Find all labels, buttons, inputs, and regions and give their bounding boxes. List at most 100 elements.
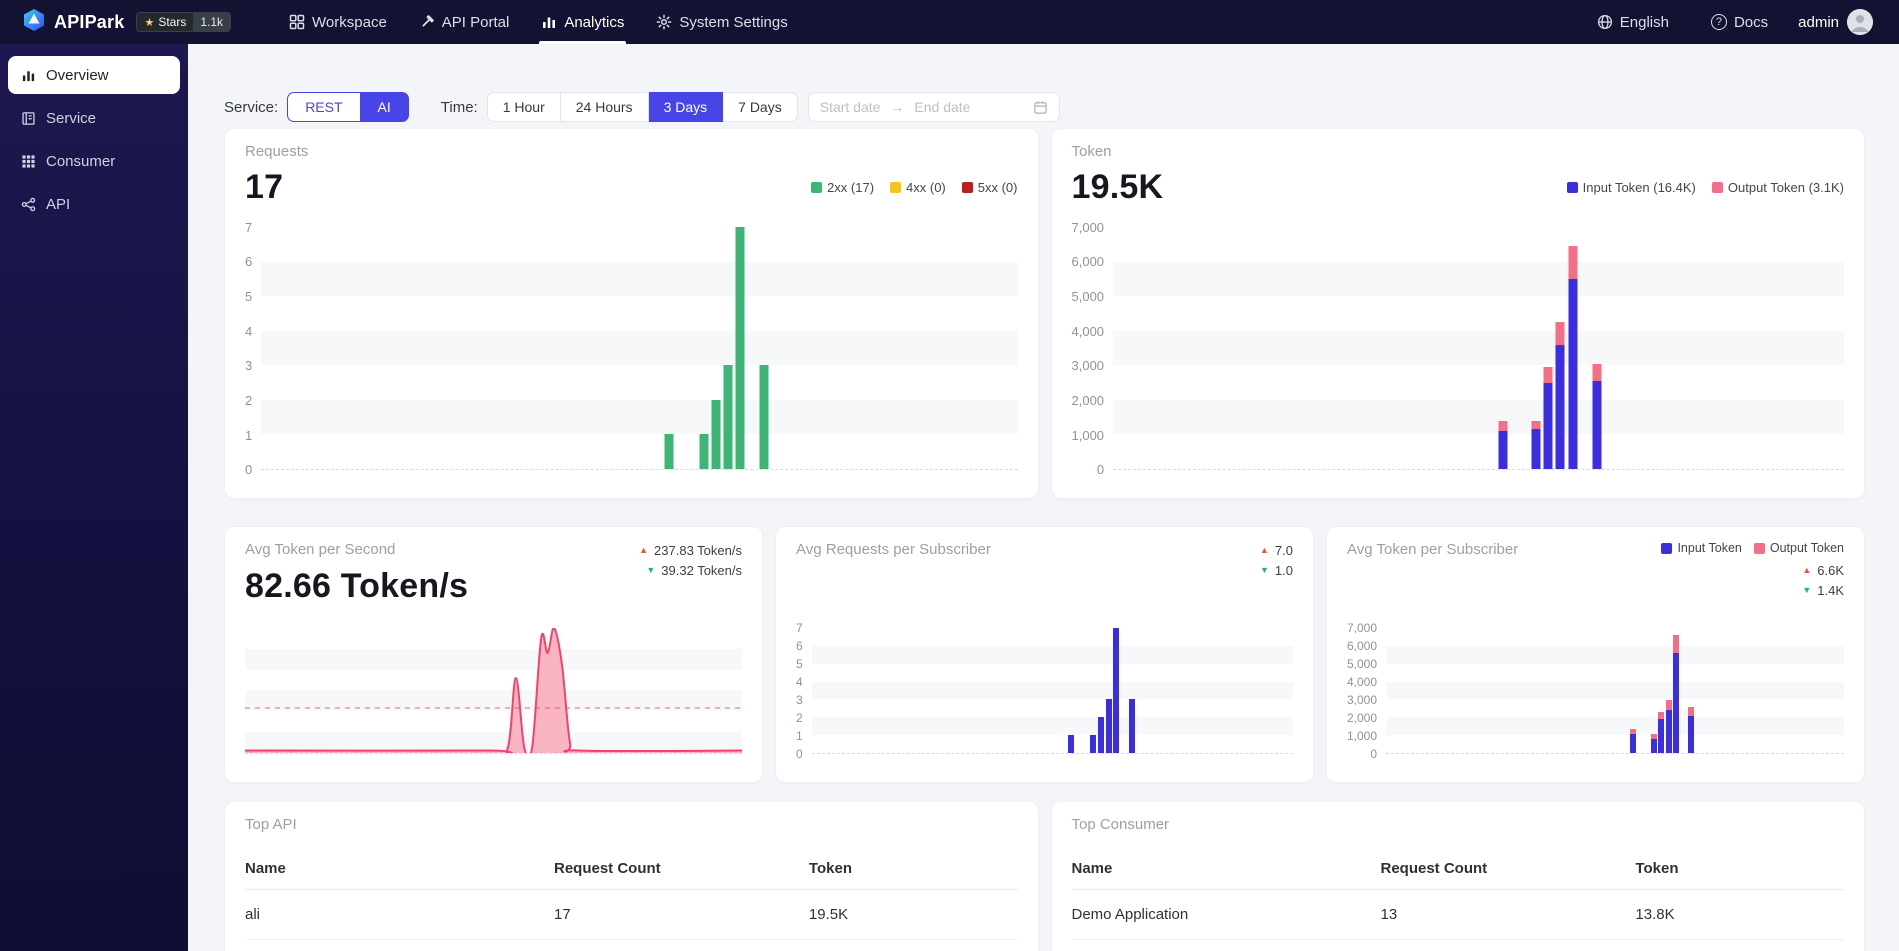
service-option-rest[interactable]: REST [287, 92, 361, 122]
github-stars-badge[interactable]: ★ Stars 1.1k [136, 12, 232, 32]
requests-total-value: 17 [245, 168, 284, 206]
avg-token-per-second-card: Avg Token per Second 82.66 Token/s ▲ 237… [224, 526, 763, 783]
card-title-top-api: Top API [245, 816, 297, 833]
cell-request-count: 13 [1380, 889, 1636, 940]
avg-token-per-subscriber-stats: ▲ 6.6K ▼ 1.4K [1802, 563, 1844, 598]
series-layer [261, 227, 1017, 469]
bar-segment-input [1672, 653, 1679, 753]
service-option-ai[interactable]: AI [360, 92, 409, 122]
time-option-24-hours[interactable]: 24 Hours [560, 92, 649, 122]
bar-segment-input [1543, 382, 1553, 469]
chart-bar [1090, 735, 1097, 753]
sidebar-item-service[interactable]: Service [8, 99, 180, 137]
legend-item-4xx[interactable]: 4xx (0) [890, 180, 946, 195]
legend-item-output-token[interactable]: Output Token [1753, 541, 1844, 555]
chart-stacked-bar [1498, 420, 1508, 469]
cell-token: 19.5K [808, 889, 1018, 940]
bar-segment-output [1672, 635, 1679, 654]
bar-segment-input [1592, 380, 1602, 469]
table-header-row: Name Request Count Token [245, 847, 1018, 890]
series-layer [245, 628, 742, 753]
legend-swatch-output-token [1753, 542, 1765, 554]
cell-token: 13.8K [1635, 889, 1844, 940]
arrow-down-icon: ▼ [646, 565, 656, 575]
bar-segment-output [1687, 707, 1694, 716]
legend-item-input-token[interactable]: Input Token [1661, 541, 1742, 555]
table-header-row: Name Request Count Token [1071, 847, 1844, 890]
stat-min: ▼ 1.0 [1260, 563, 1293, 578]
column-header-request-count: Request Count [1380, 847, 1636, 890]
date-range-picker[interactable]: Start date → End date [807, 92, 1060, 122]
chart-bar [1128, 699, 1135, 753]
workspace-icon [289, 14, 305, 30]
chart-bar [723, 365, 733, 469]
legend-swatch-4xx [890, 182, 902, 193]
gear-icon [656, 14, 672, 30]
nav-api-portal[interactable]: API Portal [403, 0, 526, 44]
avg-token-per-subscriber-legend: Input Token Output Token [1661, 541, 1844, 555]
avg-token-per-subscriber-card: Avg Token per Subscriber Input Token Out… [1326, 526, 1865, 783]
legend-swatch-input-token [1661, 542, 1673, 554]
legend-swatch-input-token [1566, 182, 1578, 193]
column-header-token: Token [808, 847, 1018, 890]
bar-segment-input [1650, 738, 1657, 753]
bar-segment-input [1687, 715, 1694, 753]
start-date-placeholder: Start date [819, 99, 881, 115]
nav-workspace[interactable]: Workspace [273, 0, 403, 44]
top-api-card: Top API Name Request Count Token ali 17 … [224, 801, 1039, 951]
chart-stacked-bar [1531, 420, 1541, 469]
sidebar: Overview Service Consumer API [0, 44, 188, 951]
time-option-3-days[interactable]: 3 Days [648, 92, 724, 122]
requests-card: Requests 17 2xx (17) 4xx (0) 5xx (0) 7 6… [224, 128, 1039, 499]
chart-stacked-bar [1687, 707, 1694, 753]
line-series [245, 628, 742, 753]
legend-item-output-token[interactable]: Output Token (3.1K) [1711, 180, 1844, 195]
chart-bar [699, 434, 709, 469]
legend-item-5xx[interactable]: 5xx (0) [961, 180, 1018, 195]
filter-bar: Service: REST AI Time: 1 Hour 24 Hours 3… [224, 92, 1865, 122]
chart-stacked-bar [1592, 363, 1602, 469]
legend-item-input-token[interactable]: Input Token (16.4K) [1566, 180, 1696, 195]
bar-segment-output [1592, 363, 1602, 381]
chart-stacked-bar [1665, 700, 1672, 753]
sidebar-item-overview[interactable]: Overview [8, 56, 180, 94]
chart-bar [735, 227, 745, 469]
table-row[interactable]: Demo Application 13 13.8K [1071, 889, 1844, 940]
nav-analytics[interactable]: Analytics [525, 0, 640, 44]
bar-segment-input [1568, 278, 1578, 469]
brand[interactable]: APIPark [22, 8, 124, 37]
sidebar-item-api[interactable]: API [8, 185, 180, 223]
legend-swatch-5xx [961, 182, 973, 193]
bar-segment-input [1658, 719, 1665, 753]
username: admin [1798, 13, 1839, 31]
legend-item-2xx[interactable]: 2xx (17) [811, 180, 874, 195]
globe-icon [1597, 14, 1613, 30]
time-option-7-days[interactable]: 7 Days [723, 92, 798, 122]
nav-system-settings[interactable]: System Settings [640, 0, 803, 44]
top-api-table: Name Request Count Token ali 17 19.5K [245, 847, 1018, 940]
docs-link[interactable]: ? Docs [1695, 0, 1784, 44]
time-option-1-hour[interactable]: 1 Hour [486, 92, 561, 122]
token-card: Token 19.5K Input Token (16.4K) Output T… [1050, 128, 1865, 499]
token-total-value: 19.5K [1071, 168, 1164, 206]
avg-requests-per-subscriber-chart: 76543210 [796, 621, 1293, 761]
avg-token-per-second-chart [245, 628, 742, 754]
cell-consumer-name: Demo Application [1071, 889, 1381, 940]
user-menu[interactable]: admin [1794, 9, 1877, 35]
star-icon: ★ [144, 16, 155, 29]
series-layer [1113, 227, 1844, 469]
table-row[interactable]: ali 17 19.5K [245, 889, 1018, 940]
chart-plot [1113, 227, 1844, 470]
consumer-icon [21, 154, 36, 169]
help-icon: ? [1710, 14, 1727, 30]
arrow-up-icon: ▲ [1260, 545, 1269, 555]
github-stars-label: ★ Stars [137, 13, 194, 31]
bar-segment-input [1555, 344, 1565, 469]
avg-token-per-second-stats: ▲ 237.83 Token/s ▼ 39.32 Token/s [639, 543, 742, 578]
sidebar-item-consumer[interactable]: Consumer [8, 142, 180, 180]
column-header-request-count: Request Count [554, 847, 809, 890]
chart-bar [711, 399, 721, 469]
chart-stacked-bar [1650, 734, 1657, 753]
language-selector[interactable]: English [1581, 0, 1685, 44]
chart-bar [664, 434, 674, 469]
